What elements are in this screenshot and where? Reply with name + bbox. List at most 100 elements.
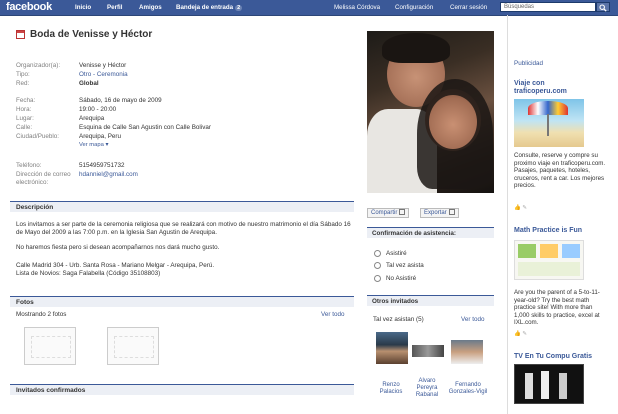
- math-tile: [518, 244, 536, 258]
- description-gift-list: Lista de Novios: Saga Falabella (Código …: [16, 270, 161, 277]
- time-value: 19:00 - 20:00: [79, 106, 117, 113]
- description-paragraph-1: Los invitamos a ser parte de la ceremoni…: [16, 221, 351, 236]
- share-button[interactable]: Compartir: [367, 208, 410, 218]
- rsvp-not-attending-radio[interactable]: [374, 275, 381, 282]
- ad-like-icons[interactable]: 👍 ✎: [514, 331, 527, 337]
- nav-profile[interactable]: Perfil: [107, 4, 122, 11]
- umbrella-pole: [547, 114, 549, 136]
- friend-last-name: Gonzales-Vigil: [448, 389, 488, 395]
- other-guests-see-all-link[interactable]: Ver todo: [461, 316, 484, 323]
- rsvp-attending-radio[interactable]: [374, 250, 381, 257]
- organizer-label: Organizador(a):: [16, 62, 61, 69]
- ad-image-math[interactable]: [514, 240, 584, 280]
- share-button-label: Compartir: [371, 210, 398, 216]
- export-button[interactable]: Exportar: [420, 208, 459, 218]
- rsvp-heading: Confirmación de asistencia:: [367, 227, 494, 238]
- search-icon: [599, 4, 607, 12]
- nav-inbox[interactable]: Bandeja de entrada 2: [176, 4, 243, 11]
- nav-friends[interactable]: Amigos: [139, 4, 162, 11]
- photos-see-all-link[interactable]: Ver todo: [321, 311, 344, 318]
- time-label: Hora:: [16, 106, 32, 113]
- other-guests-heading: Otros invitados: [367, 295, 494, 306]
- type-value-link[interactable]: Otro - Ceremonia: [79, 71, 128, 78]
- calendar-icon: [16, 30, 25, 39]
- view-map-label: Ver mapa: [79, 142, 104, 148]
- event-title: Boda de Venisse y Héctor: [30, 29, 153, 40]
- photos-count: Mostrando 2 fotos: [16, 311, 67, 318]
- chevron-down-icon: ▾: [105, 142, 109, 148]
- phone-label: Teléfono:: [16, 162, 42, 169]
- description-heading: Descripción: [10, 201, 354, 212]
- city-label: Ciudad/Pueblo:: [16, 133, 60, 140]
- network-label: Red:: [16, 80, 30, 87]
- friend-name-link[interactable]: Fernando Gonzales-Vigil: [442, 382, 494, 396]
- friend-last-name: Pereyra: [416, 385, 438, 391]
- friend-avatar[interactable]: [376, 332, 408, 364]
- rsvp-maybe-radio[interactable]: [374, 262, 381, 269]
- ad-title-math[interactable]: Math Practice is Fun: [514, 227, 582, 235]
- ad-body-traficoperu: Consulte, reserve y compre su proximo vi…: [514, 152, 606, 189]
- city-value: Arequipa, Peru: [79, 133, 122, 140]
- tv-figure: [559, 373, 567, 399]
- ad-body-math: Are you the parent of a 5-to-11-year-old…: [514, 289, 600, 326]
- facebook-logo[interactable]: facebook: [6, 1, 52, 13]
- event-photo-thumbnail[interactable]: [107, 327, 159, 365]
- tv-figure: [541, 371, 549, 399]
- bride-face-front: [429, 95, 477, 149]
- top-navigation-bar: facebook Inicio Perfil Amigos Bandeja de…: [0, 0, 618, 16]
- organizer-value: Venisse y Héctor: [79, 62, 127, 69]
- date-label: Fecha:: [16, 97, 36, 104]
- place-label: Lugar:: [16, 115, 34, 122]
- description-address: Calle Madrid 304 - Urb. Santa Rosa - Mar…: [16, 262, 215, 269]
- search-button[interactable]: [596, 2, 610, 12]
- ad-image-tv[interactable]: [514, 364, 584, 404]
- view-map-link[interactable]: Ver mapa ▾: [79, 142, 108, 148]
- email-link[interactable]: hdanniel@gmail.com: [79, 171, 138, 178]
- plus-icon: [399, 209, 406, 215]
- nav-inbox-label: Bandeja de entrada: [176, 4, 234, 11]
- event-main-photo[interactable]: [367, 31, 494, 193]
- ad-title-tv[interactable]: TV En Tu Compu Gratis: [514, 353, 592, 361]
- friend-name-link[interactable]: Renzo Palacios: [372, 382, 410, 396]
- event-photo-thumbnail[interactable]: [24, 327, 76, 365]
- ad-title-traficoperu[interactable]: Viaje con traficoperu.com: [514, 80, 567, 96]
- friend-first-name: Renzo: [382, 382, 400, 388]
- math-tile: [540, 244, 558, 258]
- nav-settings[interactable]: Configuración: [395, 4, 433, 11]
- inbox-count-badge: 2: [235, 5, 243, 11]
- maybe-attending-count: Tal vez asistan (5): [373, 316, 424, 323]
- ad-title-line-2: traficoperu.com: [514, 88, 567, 95]
- ads-heading: Publicidad: [514, 60, 544, 67]
- tv-figure: [525, 373, 533, 399]
- beach-umbrella: [528, 101, 568, 115]
- export-button-label: Exportar: [424, 210, 447, 216]
- place-value: Arequipa: [79, 115, 105, 122]
- math-strip: [518, 262, 580, 276]
- network-value: Global: [79, 80, 99, 87]
- rsvp-maybe-label: Tal vez asista: [386, 262, 424, 269]
- friend-name-link[interactable]: Alvaro Pereyra Rabanal: [408, 378, 446, 399]
- search-input[interactable]: Búsquedas: [500, 2, 596, 12]
- nav-home[interactable]: Inicio: [75, 4, 91, 11]
- nav-user-name[interactable]: Melissa Córdova: [334, 4, 380, 11]
- description-paragraph-2: No haremos fiesta pero si desean acompañ…: [16, 244, 220, 251]
- friend-first-name: Fernando: [455, 382, 481, 388]
- friend-last-name: Palacios: [379, 389, 403, 395]
- friend-avatar[interactable]: [412, 345, 444, 357]
- friend-second-last-name: Rabanal: [415, 392, 439, 398]
- friend-first-name: Alvaro: [418, 378, 436, 384]
- phone-value: 5154959751732: [79, 162, 125, 169]
- ad-like-icons[interactable]: 👍 ✎: [514, 205, 527, 211]
- rsvp-not-attending-label: No Asistiré: [386, 275, 417, 282]
- type-label: Tipo:: [16, 71, 30, 78]
- friend-avatar[interactable]: [451, 340, 483, 364]
- confirmed-guests-heading: Invitados confirmados: [10, 384, 354, 395]
- math-tile: [562, 244, 580, 258]
- ad-title-line-1: Viaje con: [514, 80, 545, 87]
- nav-logout[interactable]: Cerrar sesión: [450, 4, 487, 11]
- ad-image-beach[interactable]: [514, 99, 584, 147]
- photos-heading: Fotos: [10, 296, 354, 307]
- street-value: Esquina de Calle San Agustin con Calle B…: [79, 124, 211, 131]
- email-label: Dirección de correo electrónico:: [16, 171, 71, 186]
- calendar-export-icon: [448, 209, 455, 215]
